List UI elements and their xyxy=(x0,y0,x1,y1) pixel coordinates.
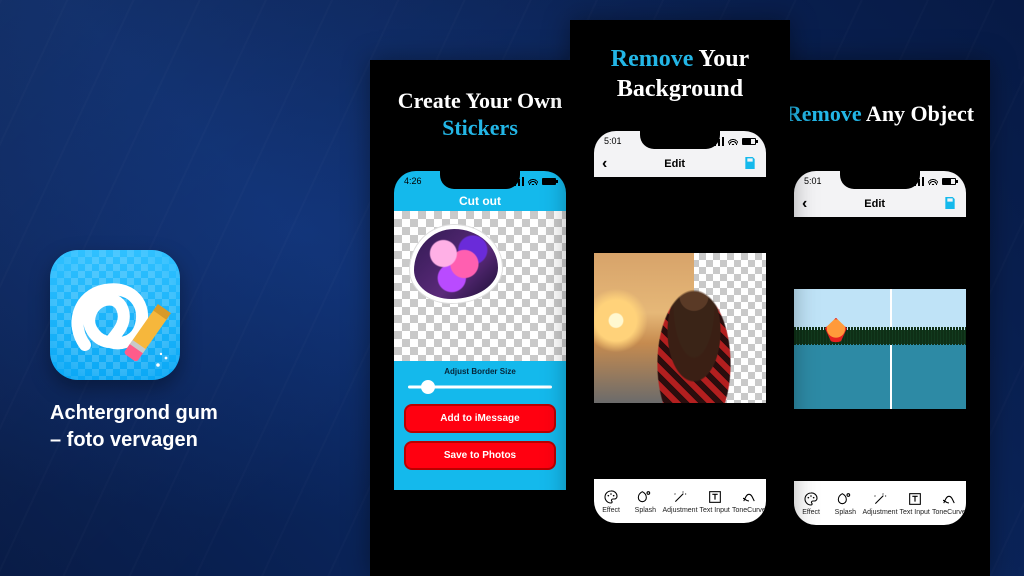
tool-adjustment[interactable]: Adjustment xyxy=(863,481,898,525)
palette-icon xyxy=(603,489,619,505)
bottom-toolbar: Effect Splash Adjustment Text Input Tone… xyxy=(794,481,966,525)
tool-label: ToneCurve xyxy=(732,507,766,514)
phone-notch xyxy=(440,171,520,189)
tool-label: Adjustment xyxy=(663,507,698,514)
headline-highlight: Stickers xyxy=(442,115,518,140)
canvas-area[interactable] xyxy=(594,177,766,479)
canvas-area[interactable] xyxy=(794,217,966,481)
tool-effect[interactable]: Effect xyxy=(594,479,628,523)
screenshots-row: Create Your Own Stickers 4:26 Cut out Ad… xyxy=(370,20,1000,576)
phone-mockup: 5:01 ‹ Edit Effect xyxy=(586,123,774,531)
battery-icon xyxy=(542,178,556,185)
promo-card-stickers: Create Your Own Stickers 4:26 Cut out Ad… xyxy=(370,60,590,576)
tool-adjustment[interactable]: Adjustment xyxy=(663,479,698,523)
palette-icon xyxy=(803,491,819,507)
screen-title: Edit xyxy=(664,158,685,170)
slider-thumb[interactable] xyxy=(421,380,435,394)
battery-icon xyxy=(742,138,756,145)
tool-label: Effect xyxy=(802,509,820,516)
tool-label: Splash xyxy=(635,507,656,514)
splash-icon xyxy=(837,491,853,507)
text-icon xyxy=(907,491,923,507)
promo-card-object: Remove Any Object 5:01 ‹ Edit xyxy=(770,60,990,576)
tool-label: Adjustment xyxy=(863,509,898,516)
status-time: 4:26 xyxy=(404,176,422,186)
wand-icon xyxy=(872,491,888,507)
tool-label: Splash xyxy=(835,509,856,516)
wand-icon xyxy=(672,489,688,505)
headline-highlight: Remove xyxy=(786,101,862,126)
splash-icon xyxy=(637,489,653,505)
tool-label: Text Input xyxy=(899,509,929,516)
curve-icon xyxy=(741,489,757,505)
edit-header: ‹ Edit xyxy=(794,191,966,217)
slider-label: Adjust Border Size xyxy=(404,367,556,376)
headline-text: Any Object xyxy=(862,101,974,126)
app-icon xyxy=(50,250,180,380)
canvas-area[interactable] xyxy=(394,211,566,361)
wifi-icon xyxy=(728,137,738,145)
battery-icon xyxy=(942,178,956,185)
save-icon[interactable] xyxy=(742,155,758,174)
controls-panel: Adjust Border Size Add to iMessage Save … xyxy=(394,361,566,490)
save-to-photos-button[interactable]: Save to Photos xyxy=(404,441,556,470)
photo-compare xyxy=(794,289,966,409)
headline-highlight: Remove xyxy=(611,46,694,72)
app-icon-glyph xyxy=(50,250,180,380)
tool-tonecurve[interactable]: ToneCurve xyxy=(932,481,966,525)
phone-notch xyxy=(840,171,920,189)
tool-tonecurve[interactable]: ToneCurve xyxy=(732,479,766,523)
text-icon xyxy=(707,489,723,505)
tool-label: Text Input xyxy=(699,507,729,514)
treeline xyxy=(794,327,966,345)
back-button[interactable]: ‹ xyxy=(602,155,607,173)
screen-title: Edit xyxy=(864,198,885,210)
app-subtitle: – foto vervagen xyxy=(50,429,198,451)
app-name: Achtergrond gum xyxy=(50,402,218,424)
phone-notch xyxy=(640,131,720,149)
phone-mockup: 4:26 Cut out Adjust Border Size Add to i… xyxy=(386,163,574,533)
sticker-preview[interactable] xyxy=(410,225,502,303)
curve-icon xyxy=(941,491,957,507)
add-to-imessage-button[interactable]: Add to iMessage xyxy=(404,404,556,433)
app-title: Achtergrond gum – foto vervagen xyxy=(50,400,310,454)
promo-card-background: Remove Your Background 5:01 ‹ Edit xyxy=(570,20,790,576)
headline: Remove Any Object xyxy=(782,75,978,153)
tool-effect[interactable]: Effect xyxy=(794,481,828,525)
tool-splash[interactable]: Splash xyxy=(828,481,862,525)
phone-mockup: 5:01 ‹ Edit xyxy=(786,163,974,533)
back-button[interactable]: ‹ xyxy=(802,195,807,213)
bottom-toolbar: Effect Splash Adjustment Text Input Tone… xyxy=(594,479,766,523)
photo-with-removed-bg xyxy=(594,253,766,403)
headline-text: Create Your Own xyxy=(398,88,563,113)
edit-header: ‹ Edit xyxy=(594,151,766,177)
app-info: Achtergrond gum – foto vervagen xyxy=(50,250,310,454)
border-size-slider[interactable] xyxy=(408,378,552,396)
save-icon[interactable] xyxy=(942,195,958,214)
headline: Create Your Own Stickers xyxy=(382,75,578,153)
wifi-icon xyxy=(928,177,938,185)
status-time: 5:01 xyxy=(804,176,822,186)
status-time: 5:01 xyxy=(604,136,622,146)
tool-label: Effect xyxy=(602,507,620,514)
tool-text-input[interactable]: Text Input xyxy=(698,479,732,523)
headline: Remove Your Background xyxy=(582,35,778,113)
screen-title: Cut out xyxy=(394,191,566,211)
tool-label: ToneCurve xyxy=(932,509,966,516)
tool-text-input[interactable]: Text Input xyxy=(898,481,932,525)
tool-splash[interactable]: Splash xyxy=(628,479,662,523)
wifi-icon xyxy=(528,177,538,185)
